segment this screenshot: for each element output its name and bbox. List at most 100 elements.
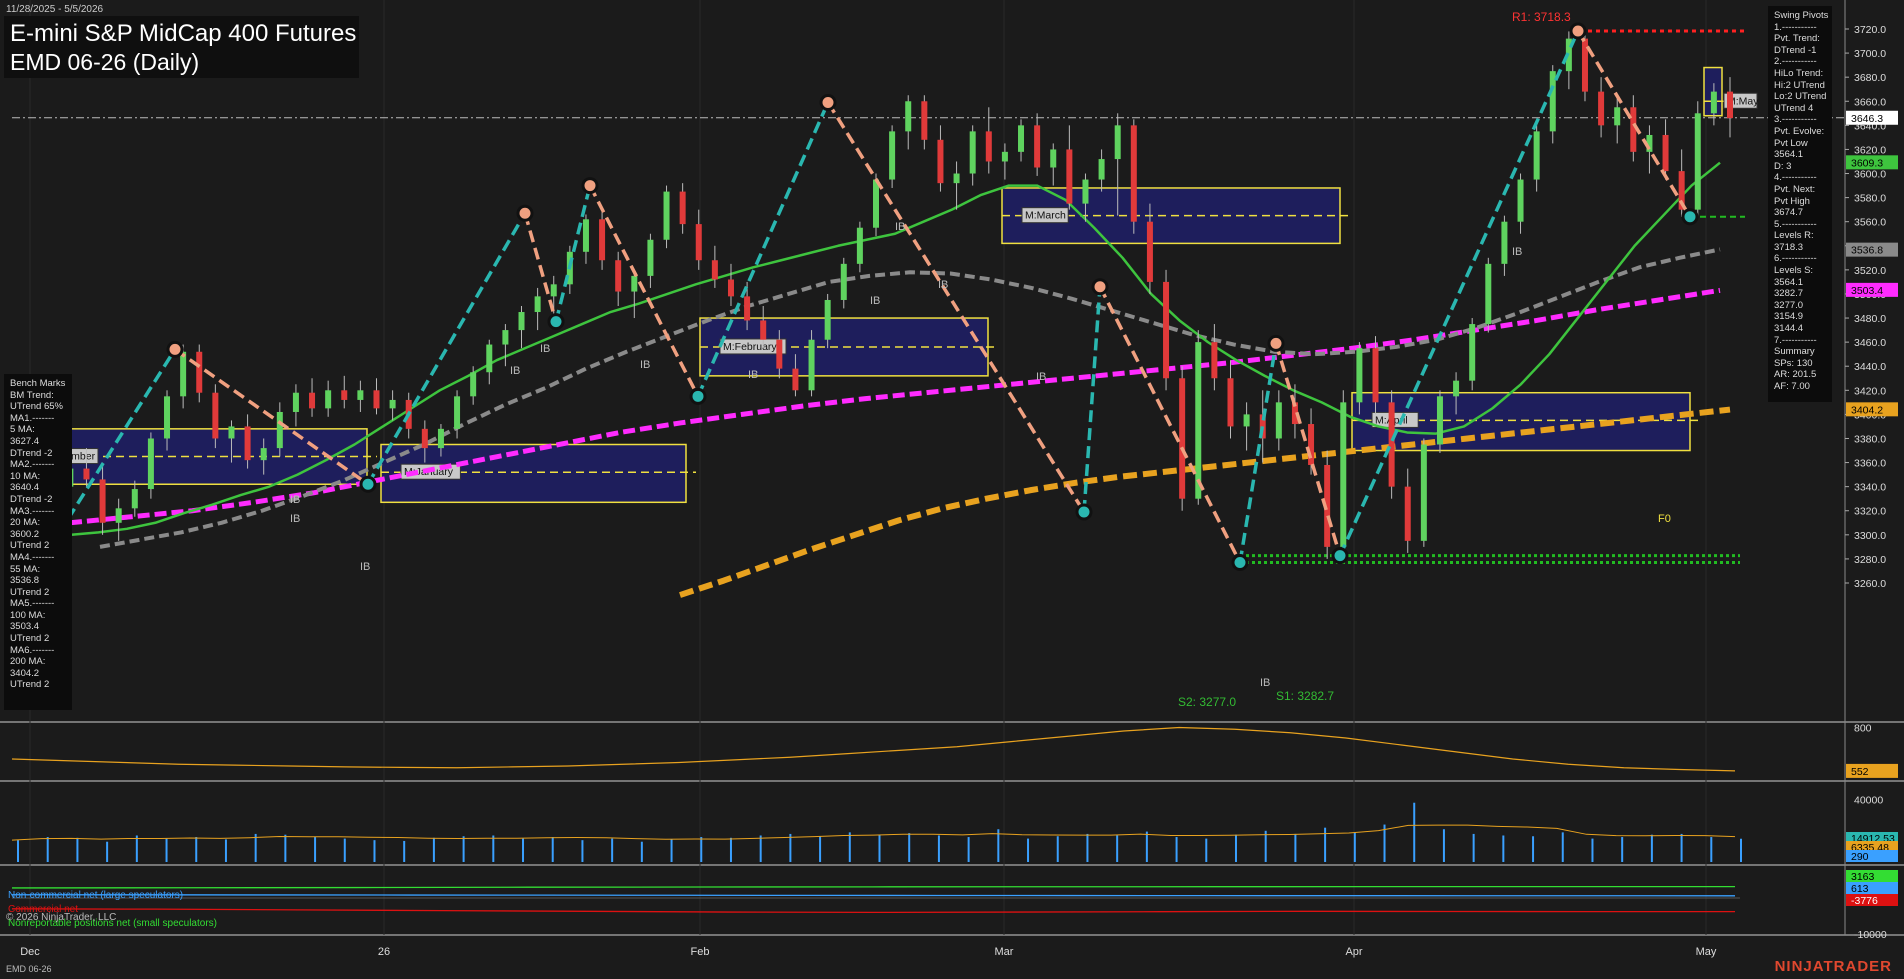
ib-annotation: IB [540,343,550,355]
candle-body [1082,179,1089,204]
panel-line: MA1.------- [10,412,55,424]
ib-annotation: IB [895,221,905,233]
swing-high-marker [516,204,534,222]
candle-body [889,131,896,180]
swing-up-line [1338,30,1580,557]
panel-line: Summary [1774,346,1815,358]
candle-body [1533,131,1540,180]
candle-body [1066,149,1073,204]
candle-body [115,508,122,523]
panel-line: HiLo Trend: [1774,67,1824,79]
price-axis-label: 3700.0 [1854,48,1886,60]
candle-body [776,339,783,369]
panel-line: UTrend 2 [10,540,50,552]
ib-annotation: IB [290,494,300,506]
panel-line: MA3.------- [10,505,55,517]
swing-low-marker [689,387,707,405]
panel-line: UTrend 4 [1774,102,1814,114]
swing-pivots-panel: Swing Pivots 1.----------- Pvt. Trend: DTre… [1768,6,1832,402]
ib-annotation: IB [510,365,520,377]
candle-body [260,448,267,461]
panel-line: 7.----------- [1774,334,1817,346]
price-axis-label: 3260.0 [1854,578,1886,590]
candle-body [615,260,622,292]
candle-body [792,368,799,391]
price-axis-label: 3420.0 [1854,385,1886,397]
candle-body [1034,125,1041,168]
swing-low-marker [1331,547,1349,565]
candle-body [711,260,718,280]
panel-line: UTrend 2 [10,679,50,691]
swing-high-marker [1569,22,1587,40]
panel-line: 3600.2 [10,528,40,540]
panel-line: Pvt Low [1774,137,1808,149]
panel-line: 3144.4 [1774,323,1804,335]
panel-line: 3718.3 [1774,241,1804,253]
panel-line: 6.----------- [1774,253,1817,265]
swing-low-marker [1681,208,1699,226]
panel-line: 3536.8 [10,575,40,587]
candle-body [325,390,332,409]
panel-line: 3564.1 [1774,149,1804,161]
candle-body [1598,91,1605,126]
date-range: 11/28/2025 - 5/5/2026 [6,4,104,15]
panel-line: Lo:2 UTrend [1774,91,1827,103]
ib-annotation: IB [938,279,948,291]
chart-subtitle: EMD 06-26 (Daily) [10,49,200,75]
swing-down-line [826,101,1086,513]
candle-body [1501,221,1508,264]
price-badge-label: 3536.8 [1851,245,1883,257]
candle-body [534,296,541,313]
panel-line: UTrend 65% [10,401,63,413]
candle-body [357,390,364,400]
ib-annotation: IB [748,369,758,381]
candle-body [1179,378,1186,499]
ib-annotation: IB [290,513,300,525]
price-badge-label: 3609.3 [1851,157,1883,169]
swing-low-marker [1075,503,1093,521]
oi-axis-label: 800 [1854,723,1872,735]
candle-body [131,489,138,509]
panel-line: 1.----------- [1774,21,1817,33]
candle-body [180,351,187,397]
copyright: © 2026 NinjaTrader, LLC [6,912,117,923]
panel-line: AR: 201.5 [1774,369,1817,381]
price-axis-label: 3560.0 [1854,217,1886,229]
candle-body [744,296,751,321]
oi-line [11,726,1736,772]
panel-line: Swing Pivots [1774,10,1829,21]
panel-line: DTrend -2 [10,447,53,459]
panel-line: 5 MA: [10,424,35,436]
swing-high-marker [1267,334,1285,352]
candle-body [1243,414,1250,427]
month-label: M:March [1025,210,1066,222]
candle-body [518,312,525,331]
swing-high-marker [1091,278,1109,296]
panel-line: UTrend 2 [10,586,50,598]
candle-body [1356,348,1363,403]
ib-annotation: IB [640,359,650,371]
candle-body [1662,134,1669,172]
price-axis-label: 3440.0 [1854,361,1886,373]
candle-body [1420,444,1427,541]
price-axis-label: 3340.0 [1854,482,1886,494]
candle-body [1614,107,1621,126]
candle-body [1308,424,1315,465]
candle-body [663,191,670,240]
cot-badge-label: 3163 [1851,871,1875,883]
candle-body [1727,91,1733,119]
panel-line: 3674.7 [1774,207,1804,219]
candle-body [276,411,283,449]
cot-axis-label: -10000 [1854,929,1887,941]
candle-body [389,399,396,409]
candle-body [550,284,557,297]
candle-body [1372,348,1379,403]
price-chart[interactable]: Dec 26 Feb Mar Apr May 3720.0 3700.0 3680.0 3660.… [0,0,1904,979]
panel-line: UTrend 2 [10,633,50,645]
swing-up-line [366,212,527,486]
candle-body [1275,402,1282,439]
ib-annotation: IB [1036,371,1046,383]
candle-body [1114,125,1121,160]
candle-body [856,227,863,264]
swing-low-marker [547,313,565,331]
